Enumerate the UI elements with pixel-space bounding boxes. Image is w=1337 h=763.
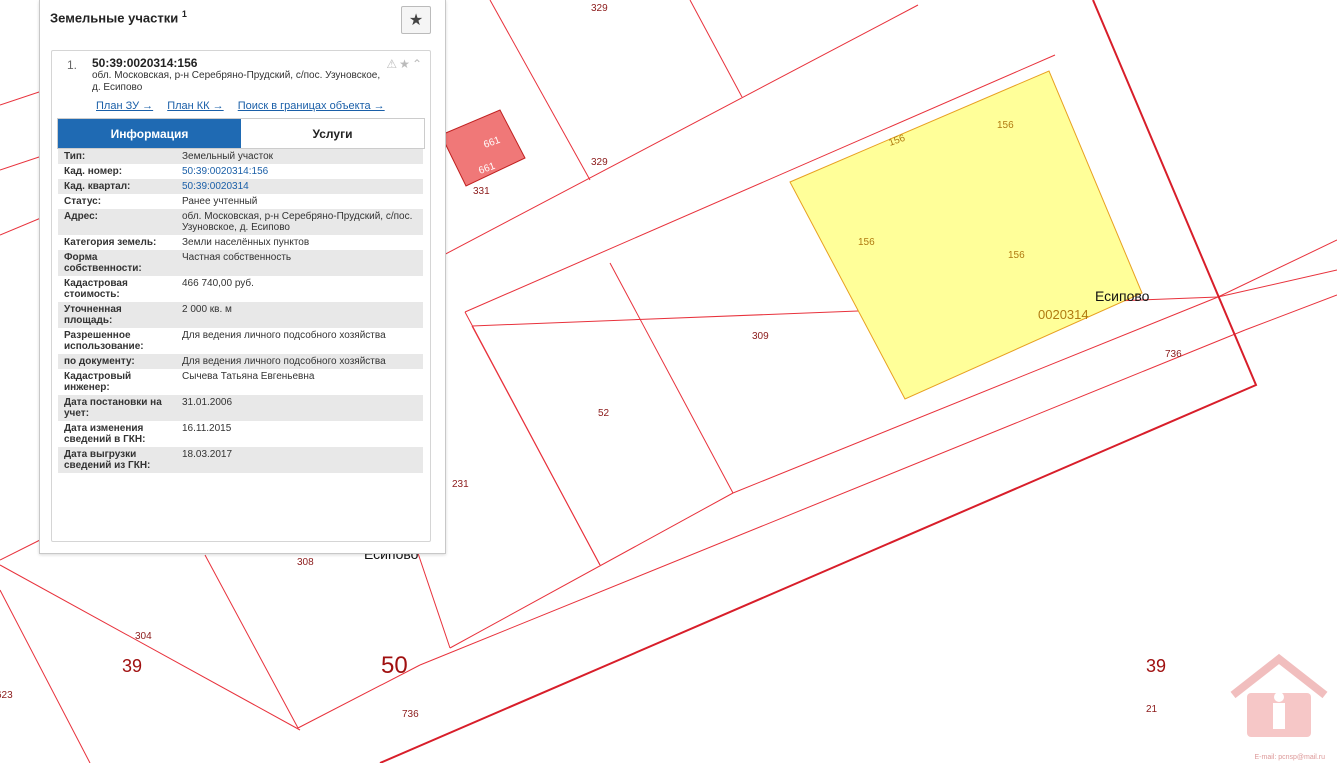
row-key: Категория земель:: [64, 237, 157, 248]
item-address: обл. Московская, р-н Серебряно-Прудский,…: [92, 70, 381, 93]
row-key: Адрес:: [64, 211, 98, 222]
row-key: Дата изменения сведений в ГКН:: [64, 423, 146, 445]
table-row: Дата выгрузки сведений из ГКН: 18.03.2017: [58, 447, 423, 473]
label-231: 231: [452, 479, 469, 490]
label-village: Есипово: [1095, 288, 1150, 304]
panel-title-text: Земельные участки: [50, 10, 179, 26]
row-key: Кад. квартал:: [64, 181, 131, 192]
item-links: План ЗУ → План КК → Поиск в границах объ…: [96, 100, 396, 112]
label-39-left: 39: [122, 656, 142, 676]
row-value: 18.03.2017: [182, 449, 233, 460]
label-quarter: 0020314: [1038, 307, 1089, 322]
major-boundaries: [379, 0, 1258, 763]
chevron-up-icon[interactable]: ⌃: [412, 57, 424, 71]
row-key: Дата выгрузки сведений из ГКН:: [64, 449, 151, 471]
table-row: Уточненная площадь: 2 000 кв. м: [58, 302, 423, 328]
table-row: Дата изменения сведений в ГКН: 16.11.2015: [58, 421, 423, 447]
item-cadastral-number[interactable]: 50:39:0020314:156: [92, 56, 197, 70]
row-value: Сычева Татьяна Евгеньевна: [182, 371, 315, 382]
table-row: Дата постановки на учет: 31.01.2006: [58, 395, 423, 421]
label-308: 308: [297, 557, 314, 568]
search-in-bounds-link[interactable]: Поиск в границах объекта →: [238, 100, 385, 112]
row-key: Форма собственности:: [64, 252, 142, 274]
table-row: Статус: Ранее учтенный: [58, 194, 423, 209]
label-623: 623: [0, 690, 13, 701]
label-156-a: 156: [997, 120, 1014, 131]
row-value: Земельный участок: [182, 151, 274, 162]
row-key: Тип:: [64, 151, 86, 162]
table-row: Кад. квартал: 50:39:0020314: [58, 179, 423, 194]
table-row: Разрешенное использование: Для ведения ли…: [58, 328, 423, 354]
row-value: Земли населённых пунктов: [182, 237, 310, 248]
row-value: 16.11.2015: [182, 423, 232, 434]
star-icon[interactable]: ★: [399, 57, 412, 71]
tab-services[interactable]: Услуги: [241, 119, 424, 148]
table-row: Кадастровый инженер: Сычева Татьяна Евген…: [58, 369, 423, 395]
label-50: 50: [381, 652, 408, 679]
row-value: 466 740,00 руб.: [182, 278, 254, 289]
item-actions: ⚠★⌃: [386, 57, 424, 71]
row-value: обл. Московская, р-н Серебряно-Прудский,…: [182, 211, 413, 233]
land-parcels-panel: Земельные участки 1 ★ 1. 50:39:0020314:1…: [39, 0, 446, 554]
label-736-right: 736: [1165, 349, 1182, 360]
warning-icon[interactable]: ⚠: [386, 57, 399, 71]
row-key: по документу:: [64, 356, 135, 367]
plan-zu-link[interactable]: План ЗУ →: [96, 100, 153, 112]
label-329: 329: [591, 157, 608, 168]
panel-title: Земельные участки 1: [50, 9, 187, 25]
row-key: Статус:: [64, 196, 102, 207]
table-row: Тип: Земельный участок: [58, 149, 423, 164]
tabs: Информация Услуги: [57, 118, 425, 149]
table-row: Форма собственности: Частная собственност…: [58, 250, 423, 276]
label-329-top: 329: [591, 3, 608, 14]
plan-kk-link[interactable]: План КК →: [167, 100, 223, 112]
panel-count: 1: [181, 9, 187, 19]
row-key: Кад. номер:: [64, 166, 123, 177]
cadastral-quarter-link[interactable]: 50:39:0020314: [182, 181, 249, 192]
star-icon: ★: [408, 12, 424, 29]
label-309: 309: [752, 331, 769, 342]
table-row: Адрес: обл. Московская, р-н Серебряно-Пру…: [58, 209, 423, 235]
table-row: Кадастровая стоимость: 466 740,00 руб.: [58, 276, 423, 302]
row-key: Кадастровый инженер:: [64, 371, 132, 393]
row-value: Ранее учтенный: [182, 196, 258, 207]
selected-parcel-156[interactable]: [789, 70, 1143, 400]
label-331: 331: [473, 186, 490, 197]
row-value: Для ведения личного подсобного хозяйства: [182, 356, 386, 367]
watermark-logo-icon: [1230, 653, 1328, 737]
table-row: Кад. номер: 50:39:0020314:156: [58, 164, 423, 179]
row-key: Дата постановки на учет:: [64, 397, 162, 419]
parcel-card: 1. 50:39:0020314:156 обл. Московская, р-…: [51, 50, 431, 542]
row-value: 31.01.2006: [182, 397, 233, 408]
table-row: по документу: Для ведения личного подсобн…: [58, 354, 423, 369]
label-21: 21: [1146, 704, 1158, 715]
label-52: 52: [598, 408, 610, 419]
table-row: Категория земель: Земли населённых пункто…: [58, 235, 423, 250]
row-value: Частная собственность: [182, 252, 292, 263]
row-value: 2 000 кв. м: [182, 304, 232, 315]
attributes-table: Тип: Земельный участок Кад. номер: 50:39:0…: [58, 149, 423, 473]
label-736-bottom: 736: [402, 709, 419, 720]
label-304: 304: [135, 631, 152, 642]
watermark-email: E-mail: pcnsp@mail.ru: [1254, 754, 1325, 761]
label-39-right: 39: [1146, 656, 1166, 676]
cadastral-number-link[interactable]: 50:39:0020314:156: [182, 166, 268, 177]
label-156-c: 156: [858, 237, 875, 248]
item-number: 1.: [67, 58, 78, 72]
row-key: Кадастровая стоимость:: [64, 278, 128, 300]
row-value: Для ведения личного подсобного хозяйства: [182, 330, 386, 341]
tab-info[interactable]: Информация: [58, 119, 241, 148]
row-key: Уточненная площадь:: [64, 304, 122, 326]
label-156-d: 156: [1008, 250, 1025, 261]
row-key: Разрешенное использование:: [64, 330, 144, 352]
favorite-button[interactable]: ★: [401, 6, 431, 34]
